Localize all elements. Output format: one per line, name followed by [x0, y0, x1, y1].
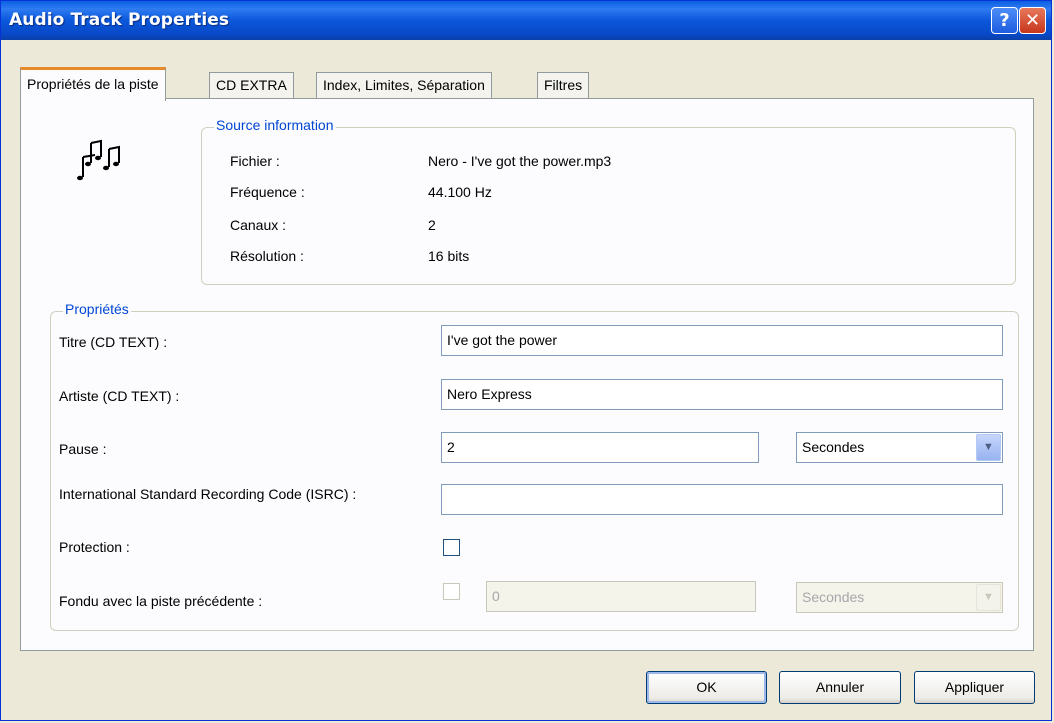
- isrc-input[interactable]: [441, 484, 1003, 515]
- fade-checkbox[interactable]: [443, 583, 460, 600]
- file-label: Fichier :: [230, 153, 280, 169]
- apply-button[interactable]: Appliquer: [914, 671, 1035, 704]
- source-info-group: Source information Fichier : Nero - I've…: [201, 117, 1016, 285]
- protection-checkbox[interactable]: [443, 539, 460, 556]
- fade-unit-select[interactable]: Secondes ▼: [796, 582, 1003, 613]
- pause-unit-value: Secondes: [802, 439, 865, 455]
- tab-track-properties[interactable]: Propriétés de la piste: [20, 67, 166, 101]
- artist-label: Artiste (CD TEXT) :: [59, 388, 180, 404]
- pause-label: Pause :: [59, 441, 107, 457]
- cancel-button[interactable]: Annuler: [779, 671, 901, 704]
- pause-input[interactable]: 2: [441, 432, 759, 463]
- protection-label: Protection :: [59, 539, 130, 555]
- fade-unit-value: Secondes: [802, 589, 865, 605]
- tab-panel: Source information Fichier : Nero - I've…: [20, 98, 1034, 651]
- fade-input[interactable]: 0: [486, 581, 756, 612]
- properties-legend: Propriétés: [63, 301, 131, 317]
- title-input[interactable]: I've got the power: [441, 325, 1003, 356]
- source-info-legend: Source information: [214, 117, 336, 133]
- file-value: Nero - I've got the power.mp3: [428, 153, 612, 169]
- help-button[interactable]: ?: [991, 7, 1018, 34]
- window-title: Audio Track Properties: [9, 10, 230, 30]
- resolution-value: 16 bits: [428, 248, 470, 264]
- title-label: Titre (CD TEXT) :: [59, 334, 168, 350]
- pause-unit-select[interactable]: Secondes ▼: [796, 432, 1003, 463]
- channels-label: Canaux :: [230, 217, 287, 233]
- channels-value: 2: [428, 217, 436, 233]
- music-notes-icon: [75, 133, 135, 185]
- artist-input[interactable]: Nero Express: [441, 379, 1003, 410]
- chevron-down-icon[interactable]: ▼: [976, 584, 1001, 611]
- chevron-down-icon[interactable]: ▼: [976, 434, 1001, 461]
- dialog-window: Audio Track Properties ? ✕ Propriétés de…: [0, 0, 1052, 721]
- isrc-label: International Standard Recording Code (I…: [59, 486, 357, 502]
- tab-cd-extra[interactable]: CD EXTRA: [209, 72, 294, 99]
- tab-index-limits[interactable]: Index, Limites, Séparation: [316, 72, 492, 99]
- frequency-value: 44.100 Hz: [428, 184, 492, 200]
- title-bar[interactable]: Audio Track Properties ? ✕: [1, 1, 1051, 40]
- fade-label: Fondu avec la piste précédente :: [59, 593, 263, 609]
- close-button[interactable]: ✕: [1019, 7, 1046, 34]
- tab-filters[interactable]: Filtres: [537, 72, 590, 99]
- resolution-label: Résolution :: [230, 248, 304, 264]
- properties-group: Propriétés Titre (CD TEXT) : I've got th…: [50, 301, 1019, 631]
- frequency-label: Fréquence :: [230, 184, 305, 200]
- ok-button[interactable]: OK: [646, 671, 767, 704]
